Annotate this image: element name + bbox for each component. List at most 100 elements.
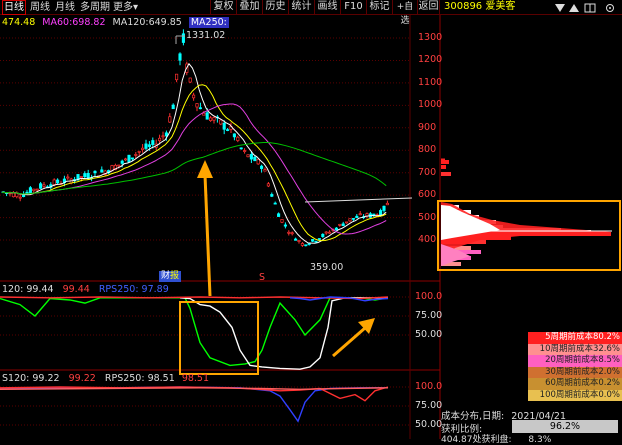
- rps250-value-bottom: 98.51: [181, 373, 210, 384]
- candle-body: [79, 176, 83, 178]
- ma120-value: 649.85: [148, 17, 182, 28]
- rps-legend-top: 120: 99.44 99.44 RPS250: 97.89: [2, 284, 169, 296]
- candle-body: [324, 231, 328, 234]
- rps-axis-top-100: 100.0: [415, 291, 443, 302]
- candle-body: [158, 137, 162, 142]
- ma250-label: MA250:: [188, 17, 229, 28]
- candle-body: [253, 156, 257, 162]
- settings-icon[interactable]: [604, 3, 616, 13]
- add-watchlist-button[interactable]: +自选: [392, 0, 417, 26]
- rps120-value-top: 99.44: [62, 284, 90, 295]
- orange-arrow-diagonal: [332, 318, 375, 358]
- chip-bar: [441, 165, 446, 169]
- candle-body: [11, 192, 15, 198]
- candle-body: [283, 224, 287, 227]
- price-axis-label: 400: [418, 234, 437, 246]
- candle-body: [260, 165, 264, 169]
- rps250-label-top: RPS250: 97.89: [98, 284, 169, 295]
- candle-body: [297, 240, 301, 242]
- ma60-value: 698.82: [72, 17, 106, 28]
- tab-more[interactable]: 更多▾: [113, 1, 138, 14]
- candle-body: [151, 140, 155, 145]
- candle-body: [195, 103, 199, 108]
- rps-panel-top-lines: [0, 296, 389, 370]
- back-button[interactable]: 返回: [417, 0, 440, 15]
- rps-axis-bottom-50: 50.00: [415, 419, 443, 430]
- candle-body: [117, 164, 121, 167]
- candle-body: [147, 144, 151, 147]
- candle-body: [304, 244, 308, 247]
- candle-body: [83, 173, 87, 178]
- candle-body: [171, 104, 175, 110]
- grid-icon[interactable]: [584, 3, 596, 13]
- f10-button[interactable]: F10: [340, 0, 366, 15]
- down-arrow-icon[interactable]: [554, 3, 566, 13]
- candle-body: [161, 135, 165, 138]
- overlay-button[interactable]: 叠加: [236, 0, 262, 15]
- candle-body: [205, 112, 209, 120]
- candle-body: [18, 196, 22, 199]
- price-axis-label: 1200: [418, 54, 443, 66]
- candle-body: [277, 213, 281, 217]
- candle-body: [249, 154, 253, 160]
- history-button[interactable]: 历史: [262, 0, 288, 15]
- candle-body: [222, 122, 226, 130]
- tab-monthly[interactable]: 月线: [55, 1, 75, 14]
- candle-body: [256, 159, 260, 165]
- stock-title: 300896 爱美客: [444, 0, 515, 15]
- candle-body: [348, 218, 352, 222]
- rps-axis-bottom-75: 75.00: [415, 400, 443, 411]
- mark-button[interactable]: 标记: [366, 0, 392, 15]
- candle-body: [52, 179, 56, 185]
- candle-body: [198, 107, 202, 110]
- price-axis-label: 1000: [418, 99, 443, 111]
- candle-body: [232, 133, 236, 138]
- candle-body: [236, 136, 240, 141]
- rps120-value-bottom: 99.22: [68, 373, 96, 384]
- candle-body: [141, 147, 145, 150]
- ma60-label: MA60:: [42, 17, 73, 28]
- candle-body: [212, 117, 216, 121]
- candle-body: [188, 77, 192, 83]
- candle-body: [226, 129, 230, 131]
- tab-daily[interactable]: 日线: [2, 0, 26, 15]
- chevron-down-icon: ▾: [133, 2, 139, 13]
- up-arrow-icon[interactable]: [568, 3, 580, 13]
- draw-line-button[interactable]: 画线: [314, 0, 340, 15]
- financial-report-marker[interactable]: 财报: [159, 271, 182, 282]
- orange-arrow-vertical: [197, 160, 213, 297]
- cost-row: 10周期前成本32.6%: [528, 343, 622, 355]
- tab-multi-period[interactable]: 多周期: [80, 1, 110, 14]
- candle-body: [287, 231, 291, 234]
- tab-weekly[interactable]: 周线: [30, 1, 50, 14]
- low-price-label: 359.00: [310, 262, 344, 273]
- stock-name: 爱美客: [485, 1, 516, 12]
- candle-body: [321, 233, 325, 238]
- rps250-label-bottom: RPS250: 98.51: [104, 373, 175, 384]
- candle-body: [42, 184, 46, 187]
- rps-panel-bottom-lines: [0, 386, 389, 423]
- candle-body: [209, 117, 213, 121]
- candle-body: [219, 119, 223, 125]
- cost-row: 100周期前成本0.0%: [528, 389, 622, 401]
- s-marker[interactable]: S: [259, 272, 265, 283]
- fuquan-button[interactable]: 复权: [210, 0, 236, 15]
- candle-body: [93, 170, 97, 174]
- tab-more-label: 更多: [113, 2, 133, 13]
- candle-body: [56, 179, 60, 184]
- candle-body: [273, 202, 277, 205]
- rps-line: [0, 297, 389, 367]
- avg-cost-label: 404.87处获利盘:: [441, 435, 512, 445]
- candle-body: [382, 205, 386, 211]
- chip-bar: [441, 172, 451, 176]
- stats-button[interactable]: 统计: [288, 0, 314, 15]
- candle-body: [100, 169, 104, 173]
- candle-body: [120, 160, 124, 164]
- candle-body: [341, 223, 345, 227]
- candle-body: [358, 213, 362, 216]
- candle-body: [328, 231, 332, 234]
- candle-body: [351, 218, 355, 220]
- candle-body: [243, 150, 247, 152]
- rps-legend-bottom: S120: 99.22 99.22 RPS250: 98.51 98.51: [2, 373, 209, 385]
- stock-code: 300896: [444, 1, 483, 12]
